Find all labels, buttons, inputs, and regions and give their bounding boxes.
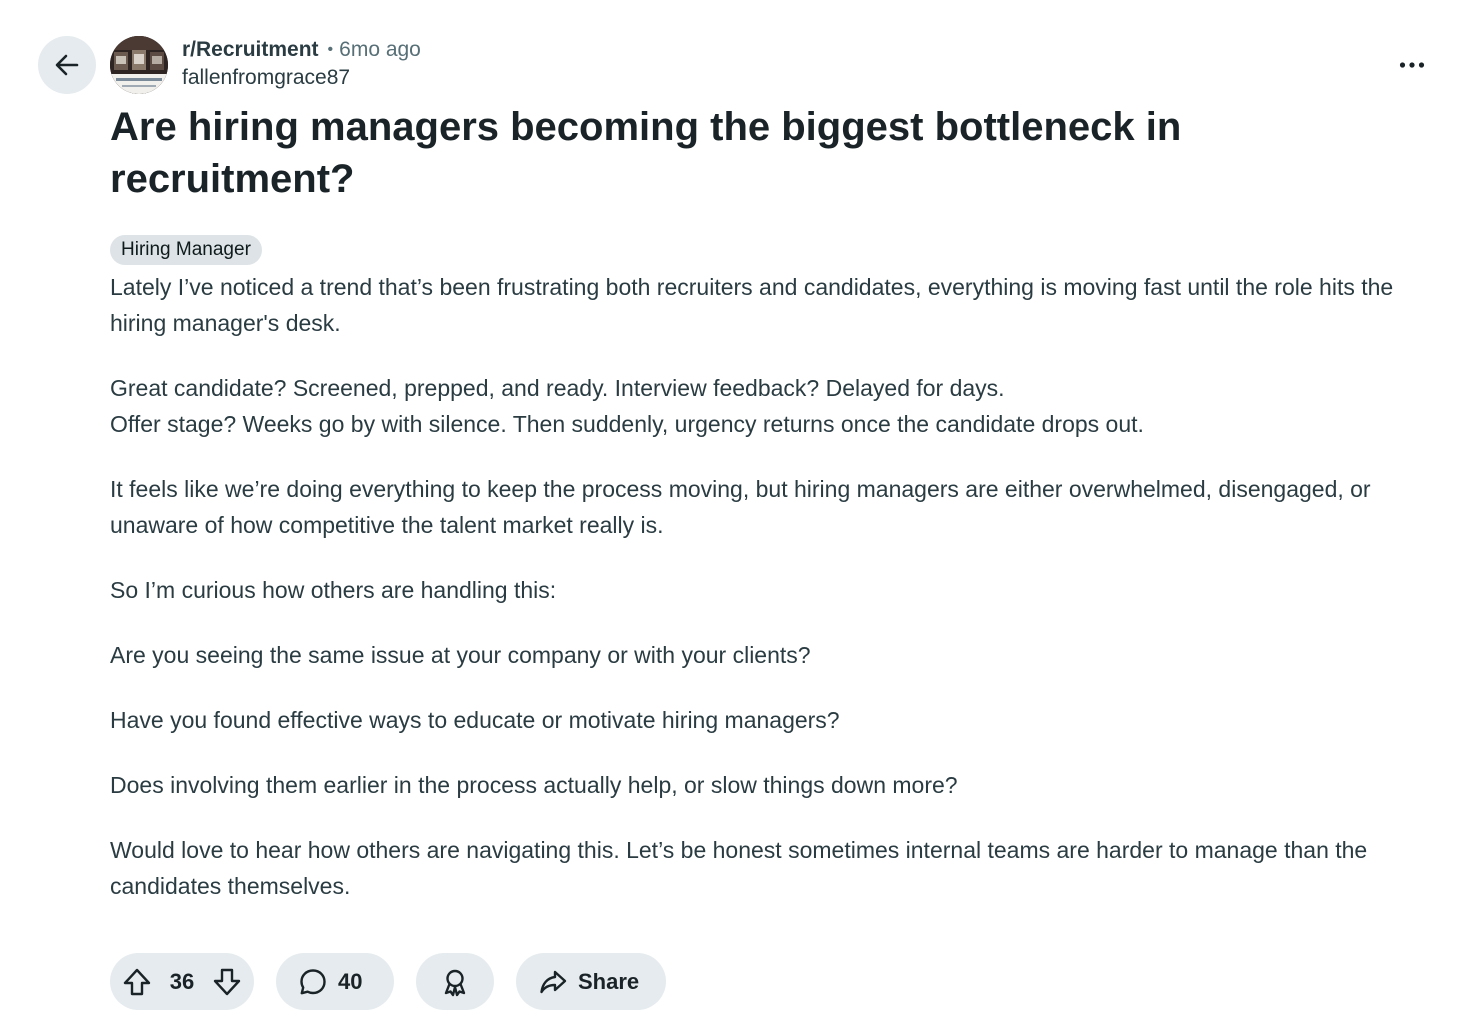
vote-control: 36 [110,953,254,1010]
author-link[interactable]: fallenfromgrace87 [182,66,421,90]
body-text-line: Are you seeing the same issue at your co… [110,642,811,668]
share-arrow-icon [538,967,568,997]
back-button[interactable] [38,36,96,94]
body-paragraph: Are you seeing the same issue at your co… [110,637,1410,673]
body-text-line: Offer stage? Weeks go by with silence. T… [110,411,1144,437]
body-text-line: Have you found effective ways to educate… [110,707,840,733]
body-paragraph: Does involving them earlier in the proce… [110,767,1410,803]
share-label: Share [578,968,640,994]
body-text-line: Great candidate? Screened, prepped, and … [110,375,1005,401]
body-text-line: Does involving them earlier in the proce… [110,772,958,798]
post-actions: 36 40 Share [110,953,666,1010]
body-paragraph: Great candidate? Screened, prepped, and … [110,370,1410,442]
post-flair[interactable]: Hiring Manager [110,235,262,265]
more-options-button[interactable] [1384,42,1440,88]
comment-bubble-icon [298,967,328,997]
comment-count: 40 [338,968,363,994]
subreddit-link[interactable]: r/Recruitment [182,38,319,62]
post-body: Lately I’ve noticed a trend that’s been … [110,269,1410,933]
body-paragraph: Would love to hear how others are naviga… [110,832,1410,904]
post-time: 6mo ago [339,38,421,61]
body-paragraph: Have you found effective ways to educate… [110,702,1410,738]
vote-count: 36 [169,968,195,994]
post-meta: r/Recruitment • 6mo ago fallenfromgrace8… [182,36,421,90]
body-paragraph: Lately I’ve noticed a trend that’s been … [110,269,1410,341]
body-paragraph: So I’m curious how others are handling t… [110,572,1410,608]
downvote-arrow-icon[interactable] [212,967,242,997]
meta-separator: • [327,41,334,58]
award-icon [440,967,470,997]
body-paragraph: It feels like we’re doing everything to … [110,471,1410,543]
award-button[interactable] [416,953,494,1010]
more-horizontal-icon [1399,61,1425,69]
subreddit-avatar[interactable] [110,36,168,94]
share-button[interactable]: Share [516,953,666,1010]
body-text-line: So I’m curious how others are handling t… [110,577,557,603]
post-title: Are hiring managers becoming the biggest… [110,105,1182,201]
body-text-line: It feels like we’re doing everything to … [110,476,1371,538]
body-text-line: Would love to hear how others are naviga… [110,837,1368,899]
body-text-line: Lately I’ve noticed a trend that’s been … [110,274,1394,336]
arrow-left-icon [53,51,81,79]
upvote-arrow-icon[interactable] [122,967,152,997]
comments-button[interactable]: 40 [276,953,394,1010]
